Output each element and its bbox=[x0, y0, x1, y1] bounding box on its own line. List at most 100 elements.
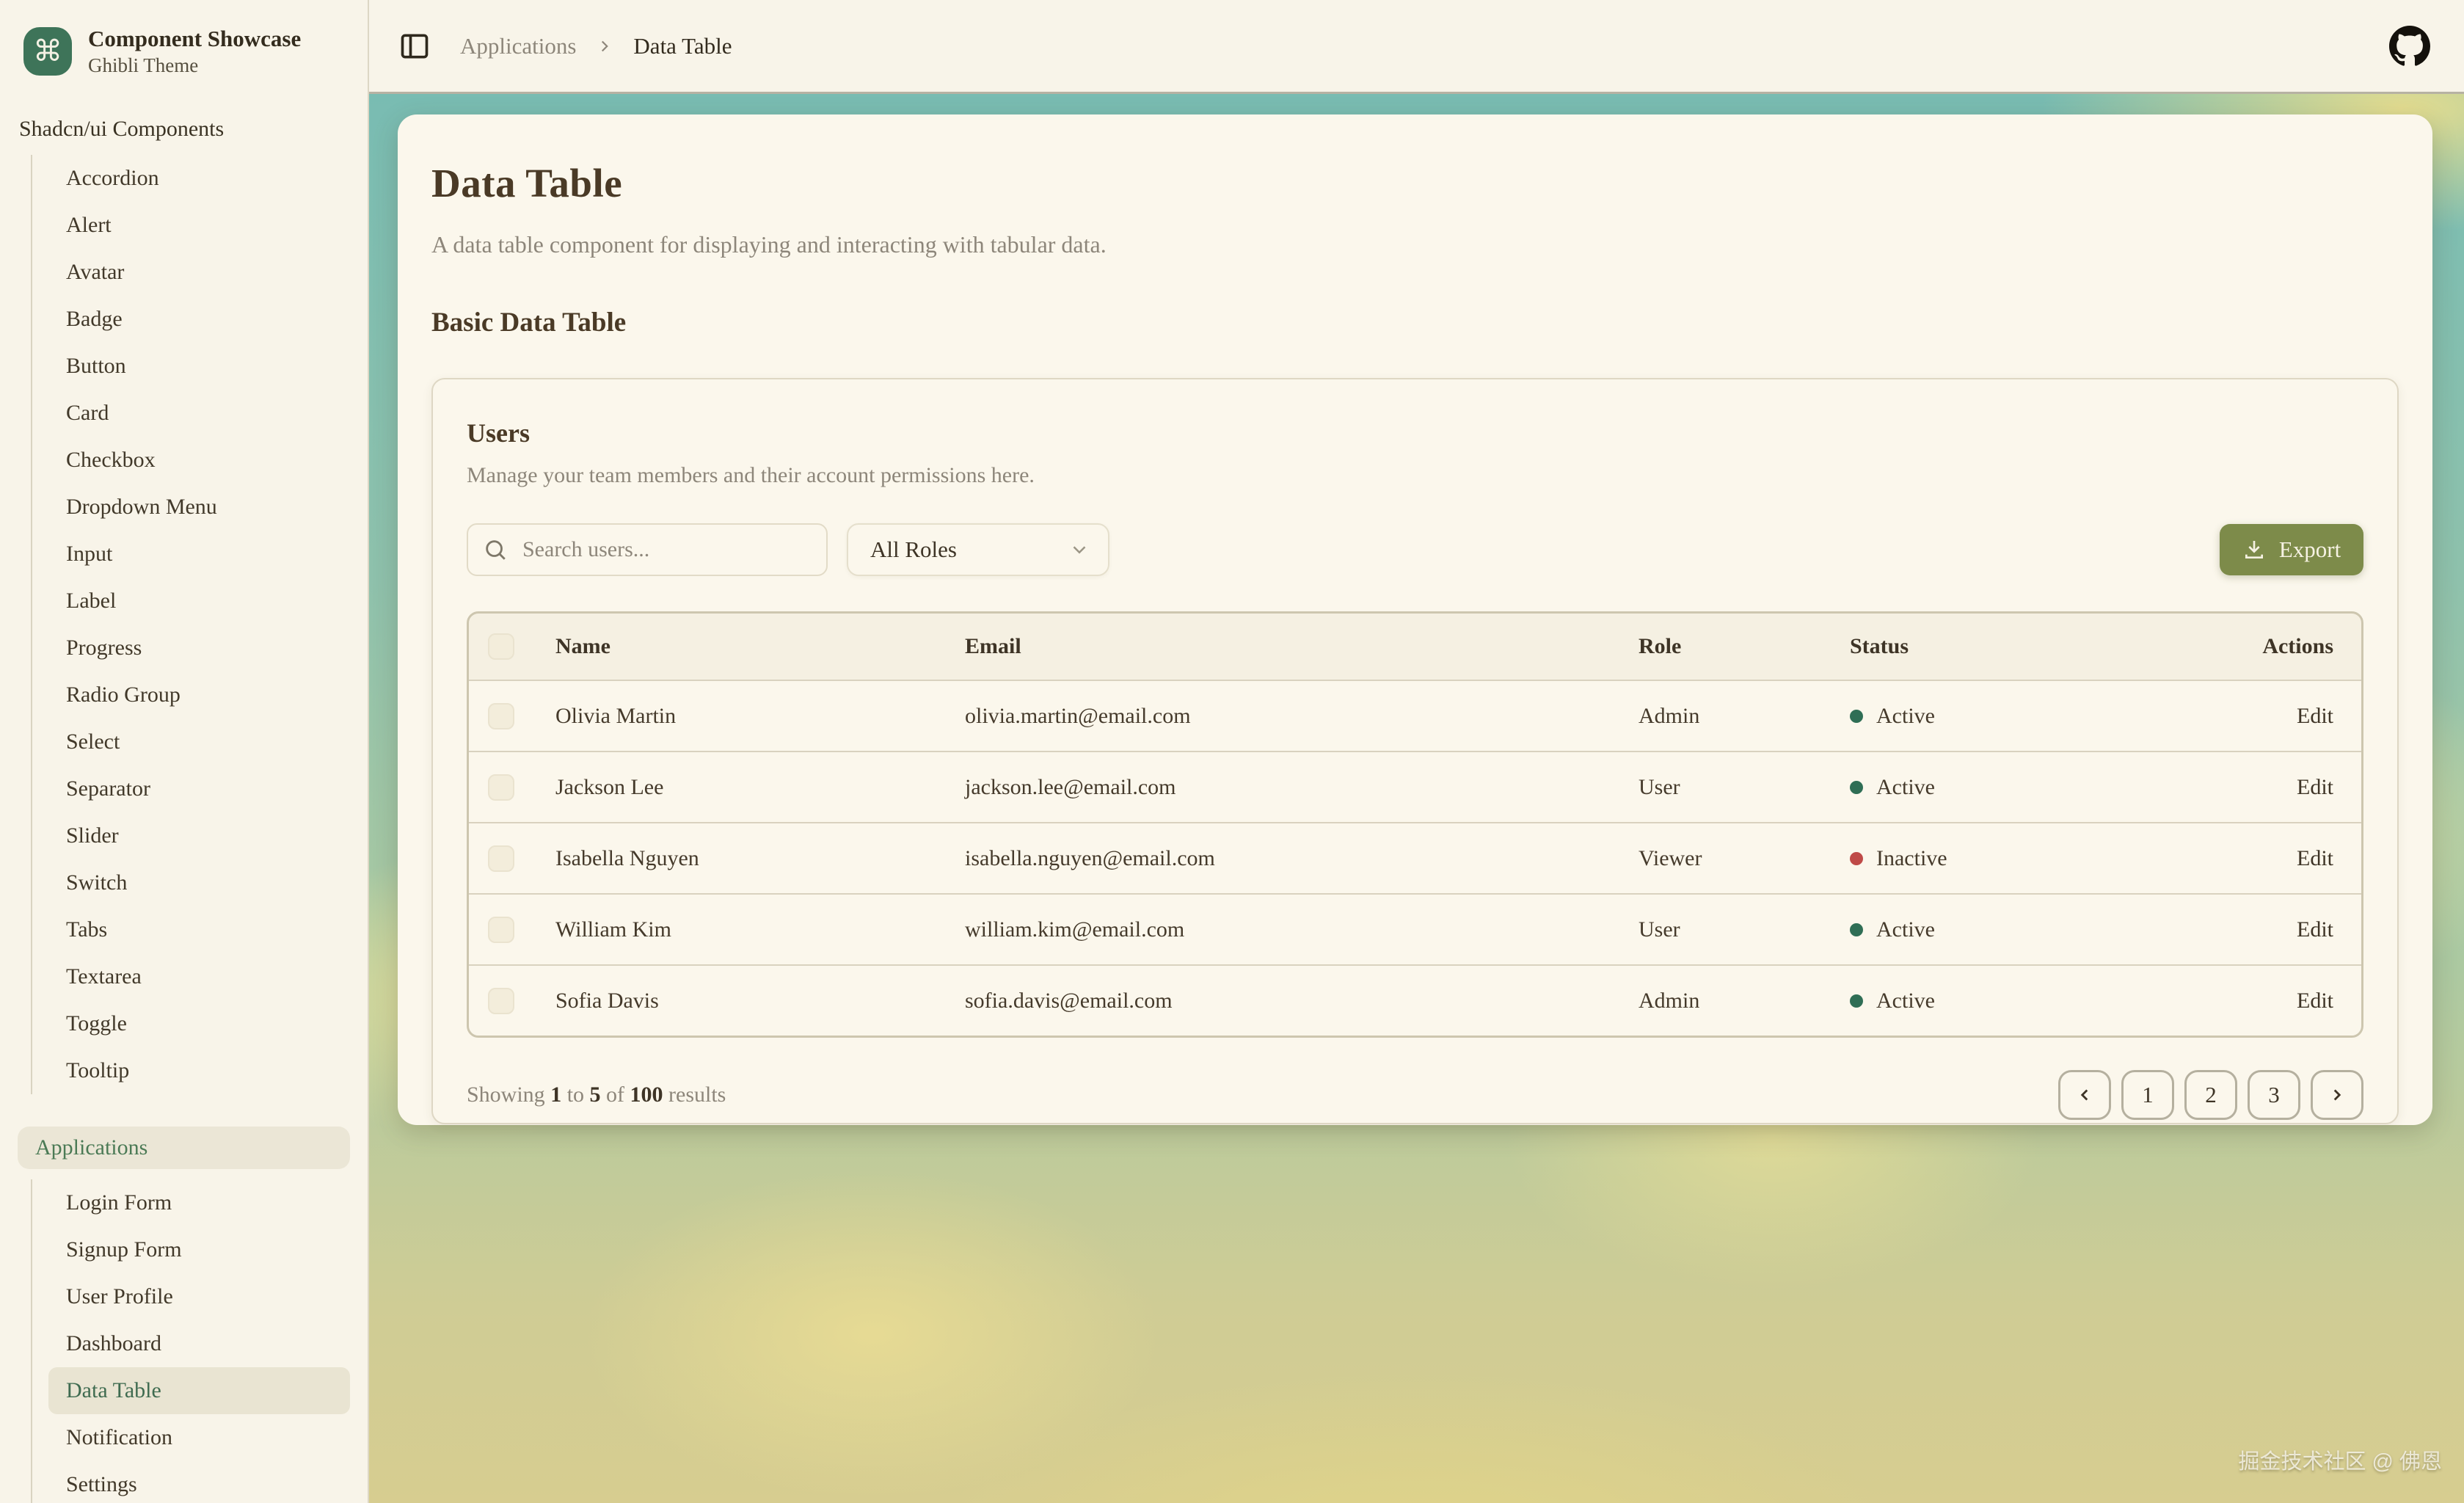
column-header-email: Email bbox=[965, 634, 1639, 659]
status-dot bbox=[1850, 923, 1863, 936]
chevron-right-icon bbox=[595, 37, 614, 56]
row-checkbox[interactable] bbox=[488, 988, 514, 1014]
table-row: Jackson Lee jackson.lee@email.com User A… bbox=[469, 751, 2361, 822]
table-row: Isabella Nguyen isabella.nguyen@email.co… bbox=[469, 822, 2361, 893]
topbar: Applications Data Table bbox=[369, 0, 2464, 94]
edit-button[interactable]: Edit bbox=[2297, 704, 2333, 728]
sidebar-item-alert[interactable]: Alert bbox=[48, 202, 350, 249]
sidebar-section-components: Shadcn/ui Components bbox=[19, 117, 350, 142]
cell-email: sofia.davis@email.com bbox=[965, 989, 1639, 1013]
sidebar-item-settings[interactable]: Settings bbox=[48, 1461, 350, 1503]
sidebar-item-separator[interactable]: Separator bbox=[48, 765, 350, 812]
row-checkbox[interactable] bbox=[488, 845, 514, 872]
chevron-down-icon bbox=[1068, 539, 1090, 561]
edit-button[interactable]: Edit bbox=[2297, 917, 2333, 942]
sidebar-item-card[interactable]: Card bbox=[48, 390, 350, 437]
export-label: Export bbox=[2279, 536, 2341, 563]
sidebar-toggle-icon[interactable] bbox=[398, 30, 431, 62]
chevron-right-icon bbox=[2328, 1085, 2347, 1104]
column-header-actions: Actions bbox=[2261, 634, 2361, 659]
sidebar-item-dropdown-menu[interactable]: Dropdown Menu bbox=[48, 484, 350, 531]
chevron-left-icon bbox=[2075, 1085, 2094, 1104]
select-all-checkbox[interactable] bbox=[488, 633, 514, 660]
section-heading: Basic Data Table bbox=[431, 307, 2399, 338]
sidebar-item-checkbox[interactable]: Checkbox bbox=[48, 437, 350, 484]
applications-nav: Login Form Signup Form User Profile Dash… bbox=[31, 1179, 350, 1503]
status-label: Active bbox=[1876, 917, 1935, 942]
table-row: Olivia Martin olivia.martin@email.com Ad… bbox=[469, 680, 2361, 751]
cell-name: Olivia Martin bbox=[555, 704, 965, 729]
cell-role: User bbox=[1639, 917, 1850, 942]
download-icon bbox=[2242, 538, 2266, 561]
sidebar-item-accordion[interactable]: Accordion bbox=[48, 155, 350, 202]
sidebar-item-input[interactable]: Input bbox=[48, 531, 350, 578]
cell-role: User bbox=[1639, 775, 1850, 800]
search-input[interactable] bbox=[467, 523, 828, 576]
sidebar-item-dashboard[interactable]: Dashboard bbox=[48, 1320, 350, 1367]
cell-name: Sofia Davis bbox=[555, 989, 965, 1013]
sidebar-item-toggle[interactable]: Toggle bbox=[48, 1000, 350, 1047]
search-icon bbox=[483, 537, 508, 562]
role-filter-value: All Roles bbox=[870, 536, 957, 563]
main-area: Applications Data Table Data Table A dat… bbox=[369, 0, 2464, 1503]
breadcrumb-current: Data Table bbox=[633, 33, 732, 59]
status-dot bbox=[1850, 710, 1863, 723]
sidebar: ⌘ Component Showcase Ghibli Theme Shadcn… bbox=[0, 0, 369, 1503]
watermark: 掘金技术社区 @ 佛恩 bbox=[2238, 1444, 2442, 1475]
sidebar-item-radio-group[interactable]: Radio Group bbox=[48, 672, 350, 718]
sidebar-item-data-table[interactable]: Data Table bbox=[48, 1367, 350, 1414]
export-button[interactable]: Export bbox=[2220, 524, 2363, 575]
pagination-prev-button[interactable] bbox=[2058, 1070, 2111, 1120]
card-title: Users bbox=[467, 418, 2363, 448]
sidebar-item-label[interactable]: Label bbox=[48, 578, 350, 625]
page-panel: Data Table A data table component for di… bbox=[398, 114, 2432, 1125]
app-title: Component Showcase bbox=[88, 25, 301, 54]
breadcrumb-applications[interactable]: Applications bbox=[460, 33, 576, 59]
cell-role: Admin bbox=[1639, 704, 1850, 729]
pagination-page-2[interactable]: 2 bbox=[2184, 1070, 2237, 1120]
sidebar-item-slider[interactable]: Slider bbox=[48, 812, 350, 859]
cell-role: Admin bbox=[1639, 989, 1850, 1013]
sidebar-item-button[interactable]: Button bbox=[48, 343, 350, 390]
status-dot bbox=[1850, 781, 1863, 794]
cell-name: Isabella Nguyen bbox=[555, 846, 965, 871]
row-checkbox[interactable] bbox=[488, 774, 514, 801]
pagination: 1 2 3 bbox=[2058, 1070, 2363, 1120]
sidebar-item-user-profile[interactable]: User Profile bbox=[48, 1273, 350, 1320]
users-card: Users Manage your team members and their… bbox=[431, 378, 2399, 1124]
cell-email: jackson.lee@email.com bbox=[965, 775, 1639, 800]
table-controls: All Roles Export bbox=[467, 523, 2363, 576]
edit-button[interactable]: Edit bbox=[2297, 775, 2333, 799]
status-label: Inactive bbox=[1876, 846, 1947, 871]
row-checkbox[interactable] bbox=[488, 703, 514, 729]
column-header-role: Role bbox=[1639, 634, 1850, 659]
role-filter-select[interactable]: All Roles bbox=[847, 523, 1109, 576]
sidebar-item-tabs[interactable]: Tabs bbox=[48, 906, 350, 953]
pagination-page-3[interactable]: 3 bbox=[2248, 1070, 2300, 1120]
github-icon[interactable] bbox=[2389, 26, 2430, 67]
sidebar-item-badge[interactable]: Badge bbox=[48, 296, 350, 343]
search-box bbox=[467, 523, 828, 576]
cell-name: Jackson Lee bbox=[555, 775, 965, 800]
sidebar-item-tooltip[interactable]: Tooltip bbox=[48, 1047, 350, 1094]
sidebar-item-progress[interactable]: Progress bbox=[48, 625, 350, 672]
sidebar-section-applications[interactable]: Applications bbox=[18, 1127, 350, 1169]
row-checkbox[interactable] bbox=[488, 917, 514, 943]
content-background: Data Table A data table component for di… bbox=[369, 94, 2464, 1503]
sidebar-item-notification[interactable]: Notification bbox=[48, 1414, 350, 1461]
sidebar-item-signup-form[interactable]: Signup Form bbox=[48, 1226, 350, 1273]
cell-email: william.kim@email.com bbox=[965, 917, 1639, 942]
edit-button[interactable]: Edit bbox=[2297, 846, 2333, 870]
status-dot bbox=[1850, 994, 1863, 1008]
pagination-page-1[interactable]: 1 bbox=[2121, 1070, 2174, 1120]
sidebar-item-switch[interactable]: Switch bbox=[48, 859, 350, 906]
sidebar-item-avatar[interactable]: Avatar bbox=[48, 249, 350, 296]
table-header-row: Name Email Role Status Actions bbox=[469, 614, 2361, 680]
sidebar-item-select[interactable]: Select bbox=[48, 718, 350, 765]
sidebar-item-textarea[interactable]: Textarea bbox=[48, 953, 350, 1000]
sidebar-item-login-form[interactable]: Login Form bbox=[48, 1179, 350, 1226]
app-root: ⌘ Component Showcase Ghibli Theme Shadcn… bbox=[0, 0, 2464, 1503]
command-icon: ⌘ bbox=[23, 27, 72, 76]
pagination-next-button[interactable] bbox=[2311, 1070, 2363, 1120]
edit-button[interactable]: Edit bbox=[2297, 989, 2333, 1013]
